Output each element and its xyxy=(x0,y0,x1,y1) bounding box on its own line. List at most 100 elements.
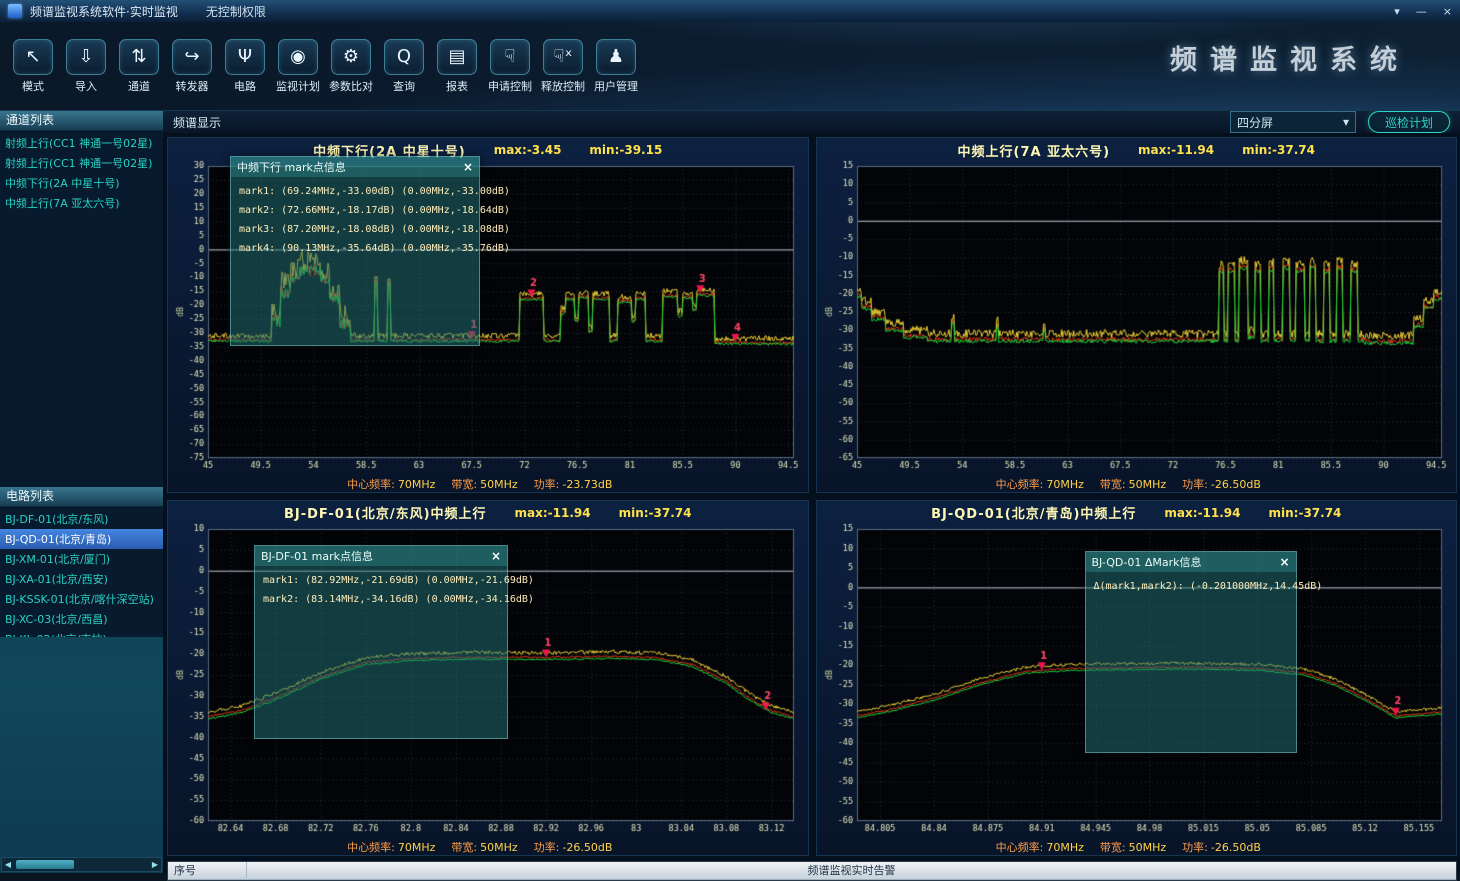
chart-min-value: min:-39.15 xyxy=(589,143,662,157)
circuit-list-item[interactable]: BJ-XM-01(北京/厦门) xyxy=(0,549,163,569)
toolbar-buttons: ↖ 模式 ⇩ 导入 ⇅ 通道 ↪转发器Ψ电路 ◉ 监视计划 ⚙ 参数比对 Q 查询 ▤报表 ☟ 申请控制 ☟ˣ释… xyxy=(10,39,639,94)
电路-button[interactable]: Ψ电路 xyxy=(222,39,268,94)
transponder-icon: ↪ xyxy=(172,39,212,75)
toolbar-button-label: 模式 xyxy=(22,78,44,94)
转发器-button[interactable]: ↪转发器 xyxy=(169,39,215,94)
mark-info-title: 中频下行 mark点信息 xyxy=(237,159,346,175)
permission-status: 无控制权限 xyxy=(206,3,266,20)
channel-list: 射频上行(CC1 神通一号02星)射频上行(CC1 神通一号02星)中频下行(2… xyxy=(0,131,163,487)
circuit-list-header: 电路列表 xyxy=(0,487,163,507)
scroll-right-icon[interactable]: ▶ xyxy=(149,860,161,869)
spectrum-plot[interactable] xyxy=(821,160,1453,476)
chevron-down-icon: ▾ xyxy=(1343,115,1349,129)
toolbar-button-label: 导入 xyxy=(75,78,97,94)
sidebar: 通道列表 射频上行(CC1 神通一号02星)射频上行(CC1 神通一号02星)中… xyxy=(0,111,163,873)
alarm-panel-title: 频谱监视实时告警 xyxy=(247,862,1456,878)
hand-release-icon: ☟ˣ xyxy=(543,39,583,75)
toolbar-button-label: 报表 xyxy=(446,78,468,94)
chart-footer: 中心频率:70MHz带宽:50MHz功率:-23.73dB xyxy=(172,476,804,491)
toolbar-button-label: 申请控制 xyxy=(488,78,532,94)
chart-max-value: max:-3.45 xyxy=(494,143,562,157)
layout-select-value: 四分屏 xyxy=(1237,114,1273,131)
close-button[interactable]: × xyxy=(1443,5,1452,18)
eye-icon: ◉ xyxy=(278,39,318,75)
channel-list-item[interactable]: 中频下行(2A 中星十号) xyxy=(0,173,163,193)
hand-request-icon: ☟ xyxy=(490,39,530,75)
tabstrip: 频谱显示 四分屏 ▾ 巡检计划 xyxy=(163,111,1460,133)
circuit-list: BJ-DF-01(北京/东风)BJ-QD-01(北京/青岛)BJ-XM-01(北… xyxy=(0,507,163,637)
circuit-list-item[interactable]: BJ-DF-01(北京/东风) xyxy=(0,509,163,529)
mark-info-title: BJ-QD-01 ΔMark信息 xyxy=(1092,554,1202,570)
tab-spectrum-display[interactable]: 频谱显示 xyxy=(173,114,221,131)
wrench-icon: ⚙ xyxy=(331,39,371,75)
minimize-button[interactable]: — xyxy=(1416,5,1427,18)
app-icon xyxy=(8,4,22,18)
chart-max-value: max:-11.94 xyxy=(1138,143,1214,157)
app-title: 频谱监视系统软件·实时监视 xyxy=(30,3,178,20)
chart-panel-if-uplink: 中频上行(7A 亚太六号) max:-11.94 min:-37.74 中心频率… xyxy=(816,137,1458,493)
chart-title: 中频上行(7A 亚太六号) xyxy=(958,141,1111,160)
alarm-serial-header: 序号 xyxy=(168,862,247,878)
sidebar-horizontal-scrollbar[interactable]: ◀ ▶ xyxy=(1,857,162,872)
close-icon[interactable]: × xyxy=(463,160,473,174)
circuit-list-item[interactable]: BJ-KSSK-01(北京/喀什深空站) xyxy=(0,589,163,609)
close-icon[interactable]: × xyxy=(491,549,501,563)
监视计划-button[interactable]: ◉ 监视计划 xyxy=(275,39,321,94)
chart-panel-if-downlink: 中频下行(2A 中星十号) max:-3.45 min:-39.15 中心频率:… xyxy=(167,137,809,493)
circuit-list-item[interactable]: BJ-KL-02(北京/克拉) xyxy=(0,629,163,637)
通道-button[interactable]: ⇅ 通道 xyxy=(116,39,162,94)
toolbar-button-label: 电路 xyxy=(234,78,256,94)
toolbar-button-label: 参数比对 xyxy=(329,78,373,94)
cursor-icon: ↖ xyxy=(13,39,53,75)
mark-info-panel[interactable]: BJ-DF-01 mark点信息 × mark1: (82.92MHz,-21.… xyxy=(254,545,508,739)
申请控制-button[interactable]: ☟ 申请控制 xyxy=(487,39,533,94)
search-icon: Q xyxy=(384,39,424,75)
main-area: 频谱显示 四分屏 ▾ 巡检计划 中频下行(2A 中星十号) max:-3.45 … xyxy=(163,111,1460,873)
导入-button[interactable]: ⇩ 导入 xyxy=(63,39,109,94)
channel-list-item[interactable]: 射频上行(CC1 神通一号02星) xyxy=(0,153,163,173)
chart-max-value: max:-11.94 xyxy=(515,506,591,520)
chart-max-value: max:-11.94 xyxy=(1164,506,1240,520)
查询-button[interactable]: Q 查询 xyxy=(381,39,427,94)
close-icon[interactable]: × xyxy=(1279,555,1289,569)
circuit-list-item[interactable]: BJ-XC-03(北京/西昌) xyxy=(0,609,163,629)
circuit-list-item[interactable]: BJ-XA-01(北京/西安) xyxy=(0,569,163,589)
chart-min-value: min:-37.74 xyxy=(1242,143,1315,157)
toolbar-button-label: 用户管理 xyxy=(594,78,638,94)
inspection-plan-button[interactable]: 巡检计划 xyxy=(1368,111,1450,133)
chart-grid: 中频下行(2A 中星十号) max:-3.45 min:-39.15 中心频率:… xyxy=(163,133,1460,858)
pin-icon[interactable]: ▾ xyxy=(1394,5,1400,18)
chart-footer: 中心频率:70MHz带宽:50MHz功率:-26.50dB xyxy=(172,839,804,854)
delta-mark-info-panel[interactable]: BJ-QD-01 ΔMark信息 × Δ(mark1,mark2): (-0.2… xyxy=(1085,551,1297,753)
scrollbar-thumb[interactable] xyxy=(16,860,74,869)
toolbar-button-label: 监视计划 xyxy=(276,78,320,94)
sidebar-filler xyxy=(0,637,163,857)
chart-min-value: min:-37.74 xyxy=(1269,506,1342,520)
channel-list-header: 通道列表 xyxy=(0,111,163,131)
mark-info-panel[interactable]: 中频下行 mark点信息 × mark1: (69.24MHz,-33.00dB… xyxy=(230,156,480,346)
chart-min-value: min:-37.74 xyxy=(619,506,692,520)
mark-info-rows: mark1: (82.92MHz,-21.69dB) (0.00MHz,-21.… xyxy=(255,566,507,614)
alarm-panel: 序号 频谱监视实时告警 xyxy=(167,861,1457,881)
toolbar: ↖ 模式 ⇩ 导入 ⇅ 通道 ↪转发器Ψ电路 ◉ 监视计划 ⚙ 参数比对 Q 查询 ▤报表 ☟ 申请控制 ☟ˣ释… xyxy=(0,22,1460,111)
circuit-list-item[interactable]: BJ-QD-01(北京/青岛) xyxy=(0,529,163,549)
用户管理-button[interactable]: ♟用户管理 xyxy=(593,39,639,94)
channel-sliders-icon: ⇅ xyxy=(119,39,159,75)
toolbar-button-label: 查询 xyxy=(393,78,415,94)
报表-button[interactable]: ▤报表 xyxy=(434,39,480,94)
参数比对-button[interactable]: ⚙ 参数比对 xyxy=(328,39,374,94)
scroll-left-icon[interactable]: ◀ xyxy=(2,860,14,869)
chart-title: BJ-QD-01(北京/青岛)中频上行 xyxy=(931,503,1136,522)
chart-footer: 中心频率:70MHz带宽:50MHz功率:-26.50dB xyxy=(821,839,1453,854)
toolbar-button-label: 通道 xyxy=(128,78,150,94)
layout-select[interactable]: 四分屏 ▾ xyxy=(1230,111,1356,133)
释放控制-button[interactable]: ☟ˣ释放控制 xyxy=(540,39,586,94)
channel-list-item[interactable]: 射频上行(CC1 神通一号02星) xyxy=(0,133,163,153)
chart-title: BJ-DF-01(北京/东风)中频上行 xyxy=(284,503,487,522)
titlebar: 频谱监视系统软件·实时监视 无控制权限 ▾ — × xyxy=(0,0,1460,22)
mark-info-rows: Δ(mark1,mark2): (-0.201000MHz,14.45dB) xyxy=(1086,572,1296,601)
模式-button[interactable]: ↖ 模式 xyxy=(10,39,56,94)
import-icon: ⇩ xyxy=(66,39,106,75)
mark-info-rows: mark1: (69.24MHz,-33.00dB) (0.00MHz,-33.… xyxy=(231,177,479,263)
channel-list-item[interactable]: 中频上行(7A 亚太六号) xyxy=(0,193,163,213)
